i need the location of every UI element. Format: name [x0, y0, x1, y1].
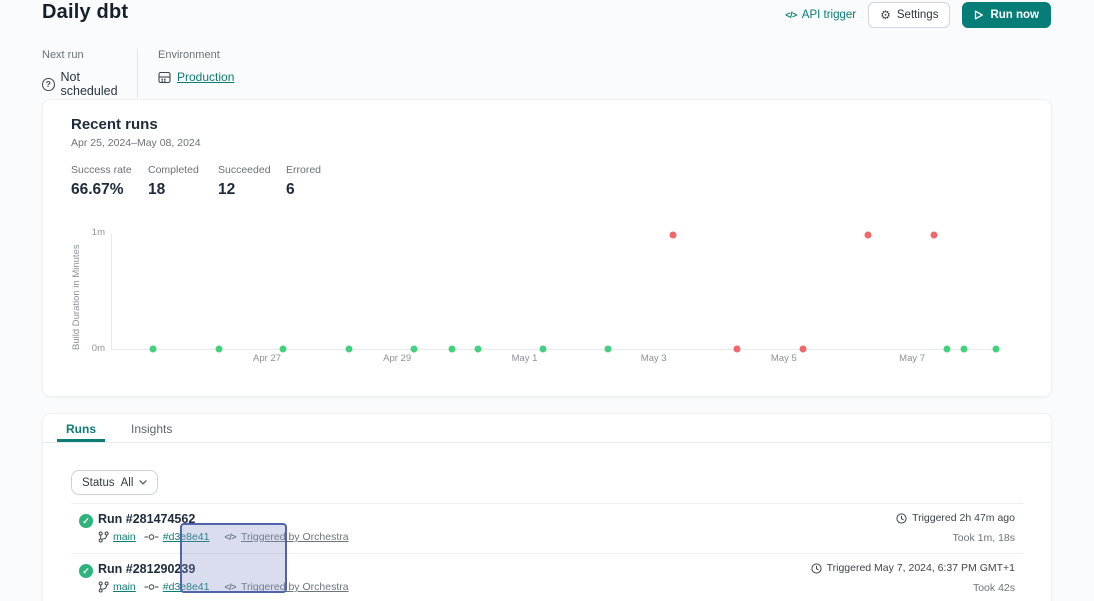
trigger-source-chip: </> Triggered by Orchestra: [224, 581, 348, 593]
x-axis-tick: May 1: [512, 353, 538, 364]
gear-icon: ⚙: [880, 9, 891, 21]
next-run-label: Next run: [42, 49, 137, 61]
tab-insights[interactable]: Insights: [122, 414, 181, 442]
settings-label: Settings: [897, 9, 939, 21]
run-dot-succeeded[interactable]: [346, 346, 353, 353]
check-circle-icon: ✓: [79, 514, 93, 528]
run-dot-succeeded[interactable]: [540, 346, 547, 353]
y-axis-tick: 0m: [81, 343, 105, 354]
run-triggered-time: Triggered May 7, 2024, 6:37 PM GMT+1: [811, 562, 1015, 574]
check-circle-icon: ✓: [79, 564, 93, 578]
run-dot-succeeded[interactable]: [475, 346, 482, 353]
code-icon: </>: [224, 532, 236, 542]
run-duration: Took 1m, 18s: [953, 532, 1015, 544]
status-filter-value: All: [121, 477, 134, 489]
run-title[interactable]: Run #281474562: [98, 512, 195, 526]
database-icon: [158, 71, 171, 84]
tab-runs[interactable]: Runs: [57, 414, 105, 442]
run-dot-errored[interactable]: [865, 232, 872, 239]
branch-link[interactable]: main: [113, 581, 136, 593]
run-duration: Took 42s: [973, 582, 1015, 594]
api-trigger-link[interactable]: </> API trigger: [785, 9, 856, 21]
run-title[interactable]: Run #281290239: [98, 562, 195, 576]
recent-runs-title: Recent runs: [71, 116, 158, 133]
run-sub-row: main #d3e8e41 </> Triggered by Orchestra: [98, 531, 349, 543]
environment-block: Environment Production: [158, 49, 234, 98]
next-run-block: Next run ? Not scheduled: [42, 49, 137, 98]
x-axis-tick: Apr 27: [253, 353, 281, 364]
trigger-source-link[interactable]: Triggered by Orchestra: [241, 531, 349, 543]
job-meta: Next run ? Not scheduled Environment Pro…: [42, 49, 234, 98]
recent-runs-date-range: Apr 25, 2024–May 08, 2024: [71, 137, 201, 149]
run-dot-errored[interactable]: [734, 346, 741, 353]
run-dot-succeeded[interactable]: [215, 346, 222, 353]
run-dot-succeeded[interactable]: [449, 346, 456, 353]
commit-icon: [144, 583, 159, 591]
run-dot-errored[interactable]: [799, 346, 806, 353]
trigger-source-link[interactable]: Triggered by Orchestra: [241, 581, 349, 593]
run-dot-succeeded[interactable]: [960, 346, 967, 353]
run-dot-succeeded[interactable]: [605, 346, 612, 353]
run-dot-errored[interactable]: [930, 232, 937, 239]
code-icon: </>: [224, 582, 236, 592]
run-dot-succeeded[interactable]: [411, 346, 418, 353]
tab-bar: Runs Insights: [43, 414, 1051, 443]
settings-button[interactable]: ⚙ Settings: [868, 2, 950, 28]
run-now-label: Run now: [990, 9, 1039, 21]
run-triggered-time: Triggered 2h 47m ago: [896, 512, 1015, 524]
stat-success-rate: Success rate 66.67%: [71, 164, 132, 199]
status-filter-label: Status: [82, 477, 115, 489]
run-now-button[interactable]: Run now: [962, 2, 1051, 28]
trigger-source-chip: </> Triggered by Orchestra: [224, 531, 348, 543]
stat-succeeded: Succeeded 12: [218, 164, 271, 199]
run-dot-errored[interactable]: [670, 232, 677, 239]
stat-completed: Completed 18: [148, 164, 199, 199]
run-row[interactable]: ✓ Run #281290239 main #d3e8e41 </>: [71, 553, 1023, 601]
branch-link[interactable]: main: [113, 531, 136, 543]
commit-link[interactable]: #d3e8e41: [163, 531, 210, 543]
git-branch-icon: [98, 531, 109, 543]
clock-icon: [811, 563, 822, 574]
api-trigger-label: API trigger: [802, 9, 856, 21]
chart-plot: Apr 27Apr 29May 1May 3May 5May 7: [111, 233, 1003, 350]
x-axis-tick: May 7: [899, 353, 925, 364]
run-dot-succeeded[interactable]: [280, 346, 287, 353]
chevron-down-icon: [139, 480, 147, 485]
status-filter[interactable]: Status All: [71, 470, 158, 495]
stat-errored: Errored 6: [286, 164, 321, 199]
run-dot-succeeded[interactable]: [943, 346, 950, 353]
run-dot-succeeded[interactable]: [149, 346, 156, 353]
x-axis-tick: May 5: [771, 353, 797, 364]
git-branch-icon: [98, 581, 109, 593]
x-axis-tick: May 3: [641, 353, 667, 364]
commit-icon: [144, 533, 159, 541]
commit-link[interactable]: #d3e8e41: [163, 581, 210, 593]
next-run-value: Not scheduled: [61, 70, 137, 98]
code-icon: </>: [785, 10, 797, 20]
clock-icon: [896, 513, 907, 524]
recent-runs-card: Recent runs Apr 25, 2024–May 08, 2024 Su…: [42, 99, 1052, 397]
run-sub-row: main #d3e8e41 </> Triggered by Orchestra: [98, 581, 349, 593]
run-dot-succeeded[interactable]: [992, 346, 999, 353]
environment-link[interactable]: Production: [177, 70, 234, 84]
page-title: Daily dbt: [42, 1, 128, 24]
play-icon: [974, 10, 984, 20]
job-page: Daily dbt </> API trigger ⚙ Settings Run…: [0, 0, 1094, 601]
help-circle-icon: ?: [42, 78, 55, 91]
meta-divider: [137, 49, 138, 98]
chart-y-axis-label: Build Duration in Minutes: [71, 233, 82, 350]
runs-card: Runs Insights Status All ✓ Run #28147456…: [42, 413, 1052, 601]
environment-label: Environment: [158, 49, 234, 61]
x-axis-tick: Apr 29: [383, 353, 411, 364]
y-axis-tick: 1m: [81, 227, 105, 238]
header-actions: </> API trigger ⚙ Settings Run now: [785, 1, 1051, 28]
run-row[interactable]: ✓ Run #281474562 main #d3e8e41 </>: [71, 503, 1023, 553]
